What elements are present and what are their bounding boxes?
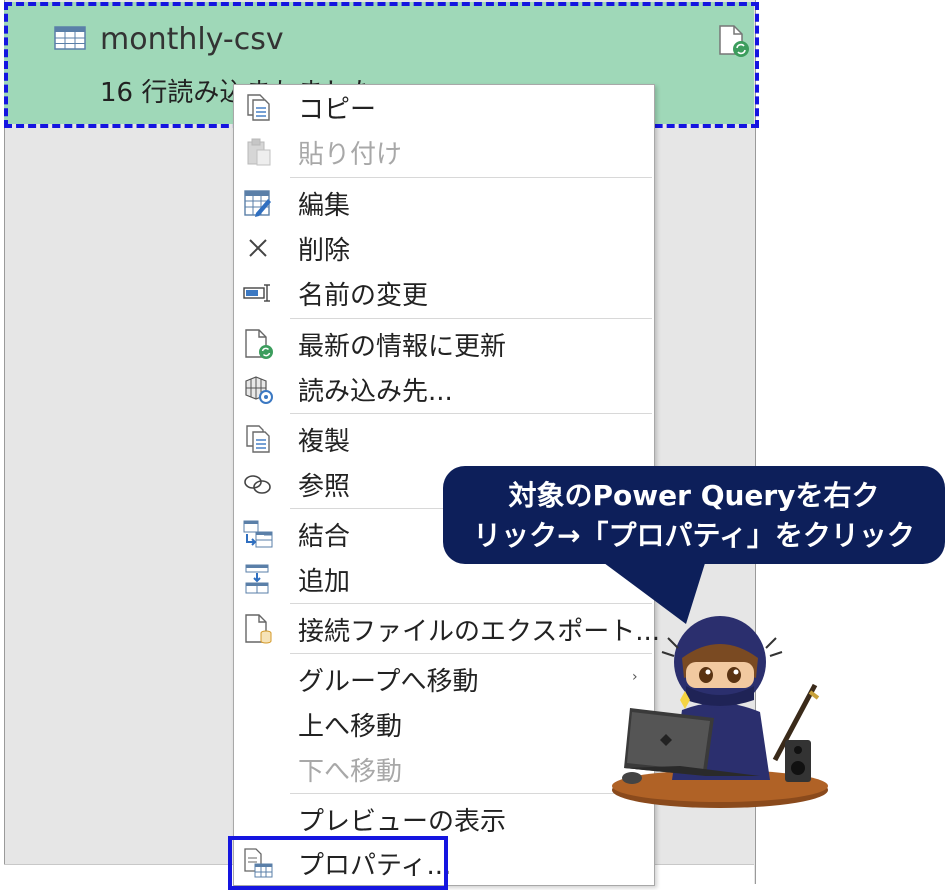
menu-item-move-down[interactable]: 下へ移動 xyxy=(234,747,654,791)
menu-separator xyxy=(290,793,652,794)
edit-table-icon xyxy=(244,190,271,217)
menu-item-load-to[interactable]: 読み込み先... xyxy=(234,367,654,411)
menu-item-rename[interactable]: 名前の変更 xyxy=(234,271,654,315)
menu-item-label: 参照 xyxy=(298,472,351,502)
menu-item-paste[interactable]: 貼り付け xyxy=(234,130,654,174)
menu-item-label: 編集 xyxy=(298,191,351,221)
menu-item-export-connection[interactable]: 接続ファイルのエクスポート... xyxy=(234,607,660,651)
menu-separator xyxy=(290,318,652,319)
menu-item-label: 名前の変更 xyxy=(298,281,429,311)
instruction-callout: 対象のPower Queryを右ク リック→「プロパティ」をクリック xyxy=(443,466,945,564)
duplicate-icon xyxy=(246,425,270,453)
menu-item-delete[interactable]: 削除 xyxy=(234,226,654,270)
menu-item-label: 下へ移動 xyxy=(298,757,403,787)
ninja-mascot-illustration xyxy=(612,616,828,808)
menu-item-show-preview[interactable]: プレビューの表示 xyxy=(234,797,654,841)
refresh-icon xyxy=(245,329,273,359)
menu-item-label: 貼り付け xyxy=(298,140,403,170)
menu-item-label: プロパティ... xyxy=(298,851,452,881)
menu-item-label: 結合 xyxy=(298,522,351,552)
menu-separator xyxy=(290,603,652,604)
rename-icon xyxy=(243,284,270,302)
callout-line-2: リック→「プロパティ」をクリック xyxy=(473,519,915,552)
menu-item-label: 最新の情報に更新 xyxy=(298,332,507,362)
export-connection-icon xyxy=(245,614,272,644)
refresh-file-icon xyxy=(719,25,749,57)
menu-item-label: コピー xyxy=(298,95,377,125)
menu-item-label: グループへ移動 xyxy=(298,667,479,697)
delete-x-icon xyxy=(249,239,267,257)
reference-icon xyxy=(244,475,271,494)
menu-item-copy[interactable]: コピー xyxy=(234,85,654,129)
menu-item-label: 読み込み先... xyxy=(298,377,453,407)
menu-item-label: 複製 xyxy=(298,427,351,457)
load-to-icon xyxy=(245,376,273,404)
properties-icon xyxy=(244,848,273,878)
menu-separator xyxy=(290,177,652,178)
merge-icon xyxy=(243,520,273,548)
table-icon xyxy=(54,26,86,50)
menu-separator xyxy=(290,413,652,414)
menu-item-label: 追加 xyxy=(298,567,351,597)
menu-item-label: プレビューの表示 xyxy=(298,807,507,837)
query-name: monthly-csv xyxy=(100,22,284,57)
menu-item-refresh[interactable]: 最新の情報に更新 xyxy=(234,322,654,366)
callout-line-1: 対象のPower Queryを右ク xyxy=(508,479,880,512)
paste-icon xyxy=(247,138,271,166)
menu-item-label: 接続ファイルのエクスポート... xyxy=(298,617,661,647)
menu-item-edit[interactable]: 編集 xyxy=(234,181,654,225)
menu-item-move-up[interactable]: 上へ移動 xyxy=(234,702,654,746)
menu-item-label: 削除 xyxy=(298,236,351,266)
menu-item-move-to-group[interactable]: グループへ移動 › xyxy=(234,657,654,701)
menu-item-duplicate[interactable]: 複製 xyxy=(234,417,654,461)
menu-item-label: 上へ移動 xyxy=(298,712,403,742)
menu-separator xyxy=(290,653,652,654)
append-icon xyxy=(245,564,269,594)
copy-icon xyxy=(247,94,270,121)
menu-item-properties[interactable]: プロパティ... xyxy=(234,841,654,885)
